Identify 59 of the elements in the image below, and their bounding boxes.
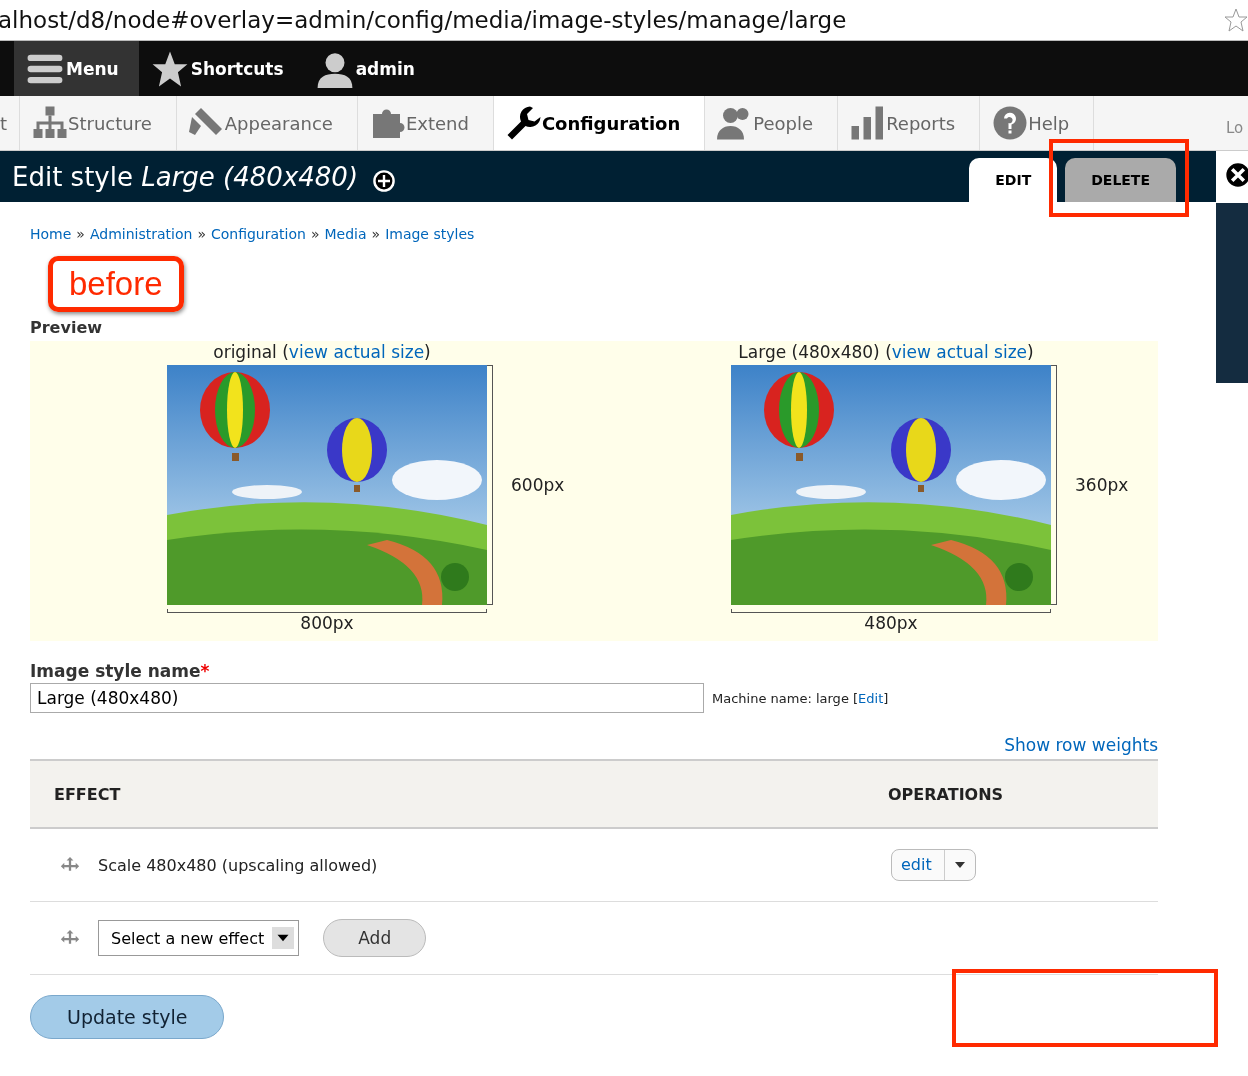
url-text: alhost/d8/node#overlay=admin/config/media/image-styles/manage/large [0,7,848,33]
tray-item[interactable]: Configuration [493,96,706,150]
drag-handle-icon[interactable] [58,857,82,873]
annotation-label: before [48,256,184,312]
table-cell-text: Scale 480x480 (upscaling allowed) [98,855,379,875]
field-label: Image style name [30,661,201,681]
required-mark: * [200,661,210,681]
tray-item[interactable]: Extend [357,96,494,150]
operations-dropbutton[interactable]: edit [891,849,976,881]
tray-item[interactable]: Structure [20,96,177,150]
edit-link[interactable]: edit [892,850,945,880]
tray-item[interactable]: Appearance [176,96,358,150]
wrench-icon [505,105,542,141]
tab[interactable]: Lo [1226,119,1244,137]
edit-link[interactable]: Edit [858,690,884,706]
image-caption: Large (480x480) (view actual size) [738,342,1034,362]
toolbar-item[interactable]: admin [303,41,435,96]
star-icon[interactable] [1224,8,1248,32]
tray-item[interactable]: t [0,96,21,150]
breadcrumb-separator: » [76,226,85,242]
dimension-label: 800px [299,613,355,635]
dimension-label: 480px [863,613,919,635]
show-row-weights-link[interactable]: Show row weights [1004,735,1158,755]
caret-icon[interactable] [954,862,965,868]
dimension-label: 360px [1074,475,1130,495]
machine-name-text: Machine name: large [Edit] [712,690,889,706]
tab[interactable]: DELETE [1065,158,1176,202]
tab[interactable]: EDIT [969,158,1058,202]
breadcrumb-separator: » [371,226,381,242]
add-shortcut-icon[interactable] [372,168,397,193]
image-caption: original (view actual size) [213,342,431,362]
structure-icon [32,105,69,141]
tray-item[interactable]: People [705,96,839,150]
column-header: OPERATIONS [888,784,1004,804]
breadcrumb-link[interactable]: Administration [89,226,193,242]
breadcrumb-separator: » [197,226,206,242]
column-header: EFFECT [54,784,122,804]
caret-icon [272,927,295,949]
tray-item[interactable]: Reports [838,96,981,150]
breadcrumb-link[interactable]: Home [30,226,72,242]
view-size-link[interactable]: view actual size [891,342,1028,362]
dimension-label: 600px [510,475,566,495]
help-icon [992,105,1029,141]
toolbar-item[interactable]: Menu [14,41,139,96]
breadcrumb-link[interactable]: Image styles [385,226,475,242]
add-button[interactable]: Add [323,919,427,957]
breadcrumb-link[interactable]: Configuration [210,226,306,242]
style-name-field[interactable]: Large (480x480) [30,683,704,713]
toolbar-item[interactable]: Shortcuts [138,41,304,96]
update-style-button[interactable]: Update style [30,995,225,1039]
effect-select[interactable]: Select a new effect [98,920,300,956]
breadcrumb-link[interactable]: Media [324,226,367,242]
close-icon[interactable] [1224,161,1248,189]
view-size-link[interactable]: view actual size [288,342,425,362]
section-heading: Preview [30,318,103,337]
breadcrumb-separator: » [310,226,320,242]
page-title: Edit style Large (480x480) [12,161,359,192]
drag-handle-icon[interactable] [58,930,82,946]
tray-item[interactable]: Help [980,96,1095,150]
